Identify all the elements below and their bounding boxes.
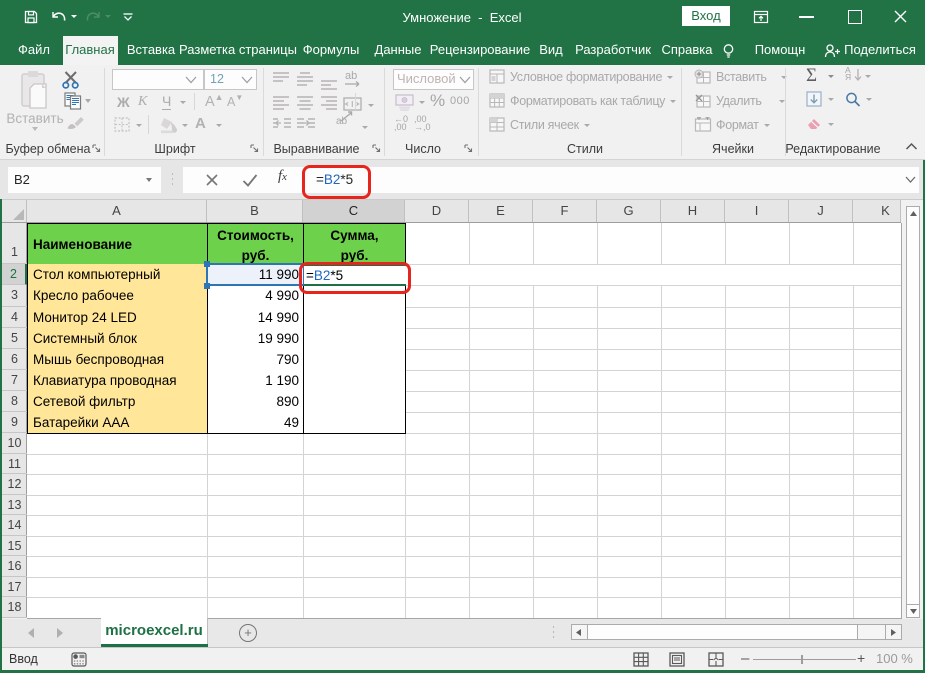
svg-text:ab: ab	[345, 71, 357, 82]
svg-text:ab: ab	[336, 116, 348, 127]
